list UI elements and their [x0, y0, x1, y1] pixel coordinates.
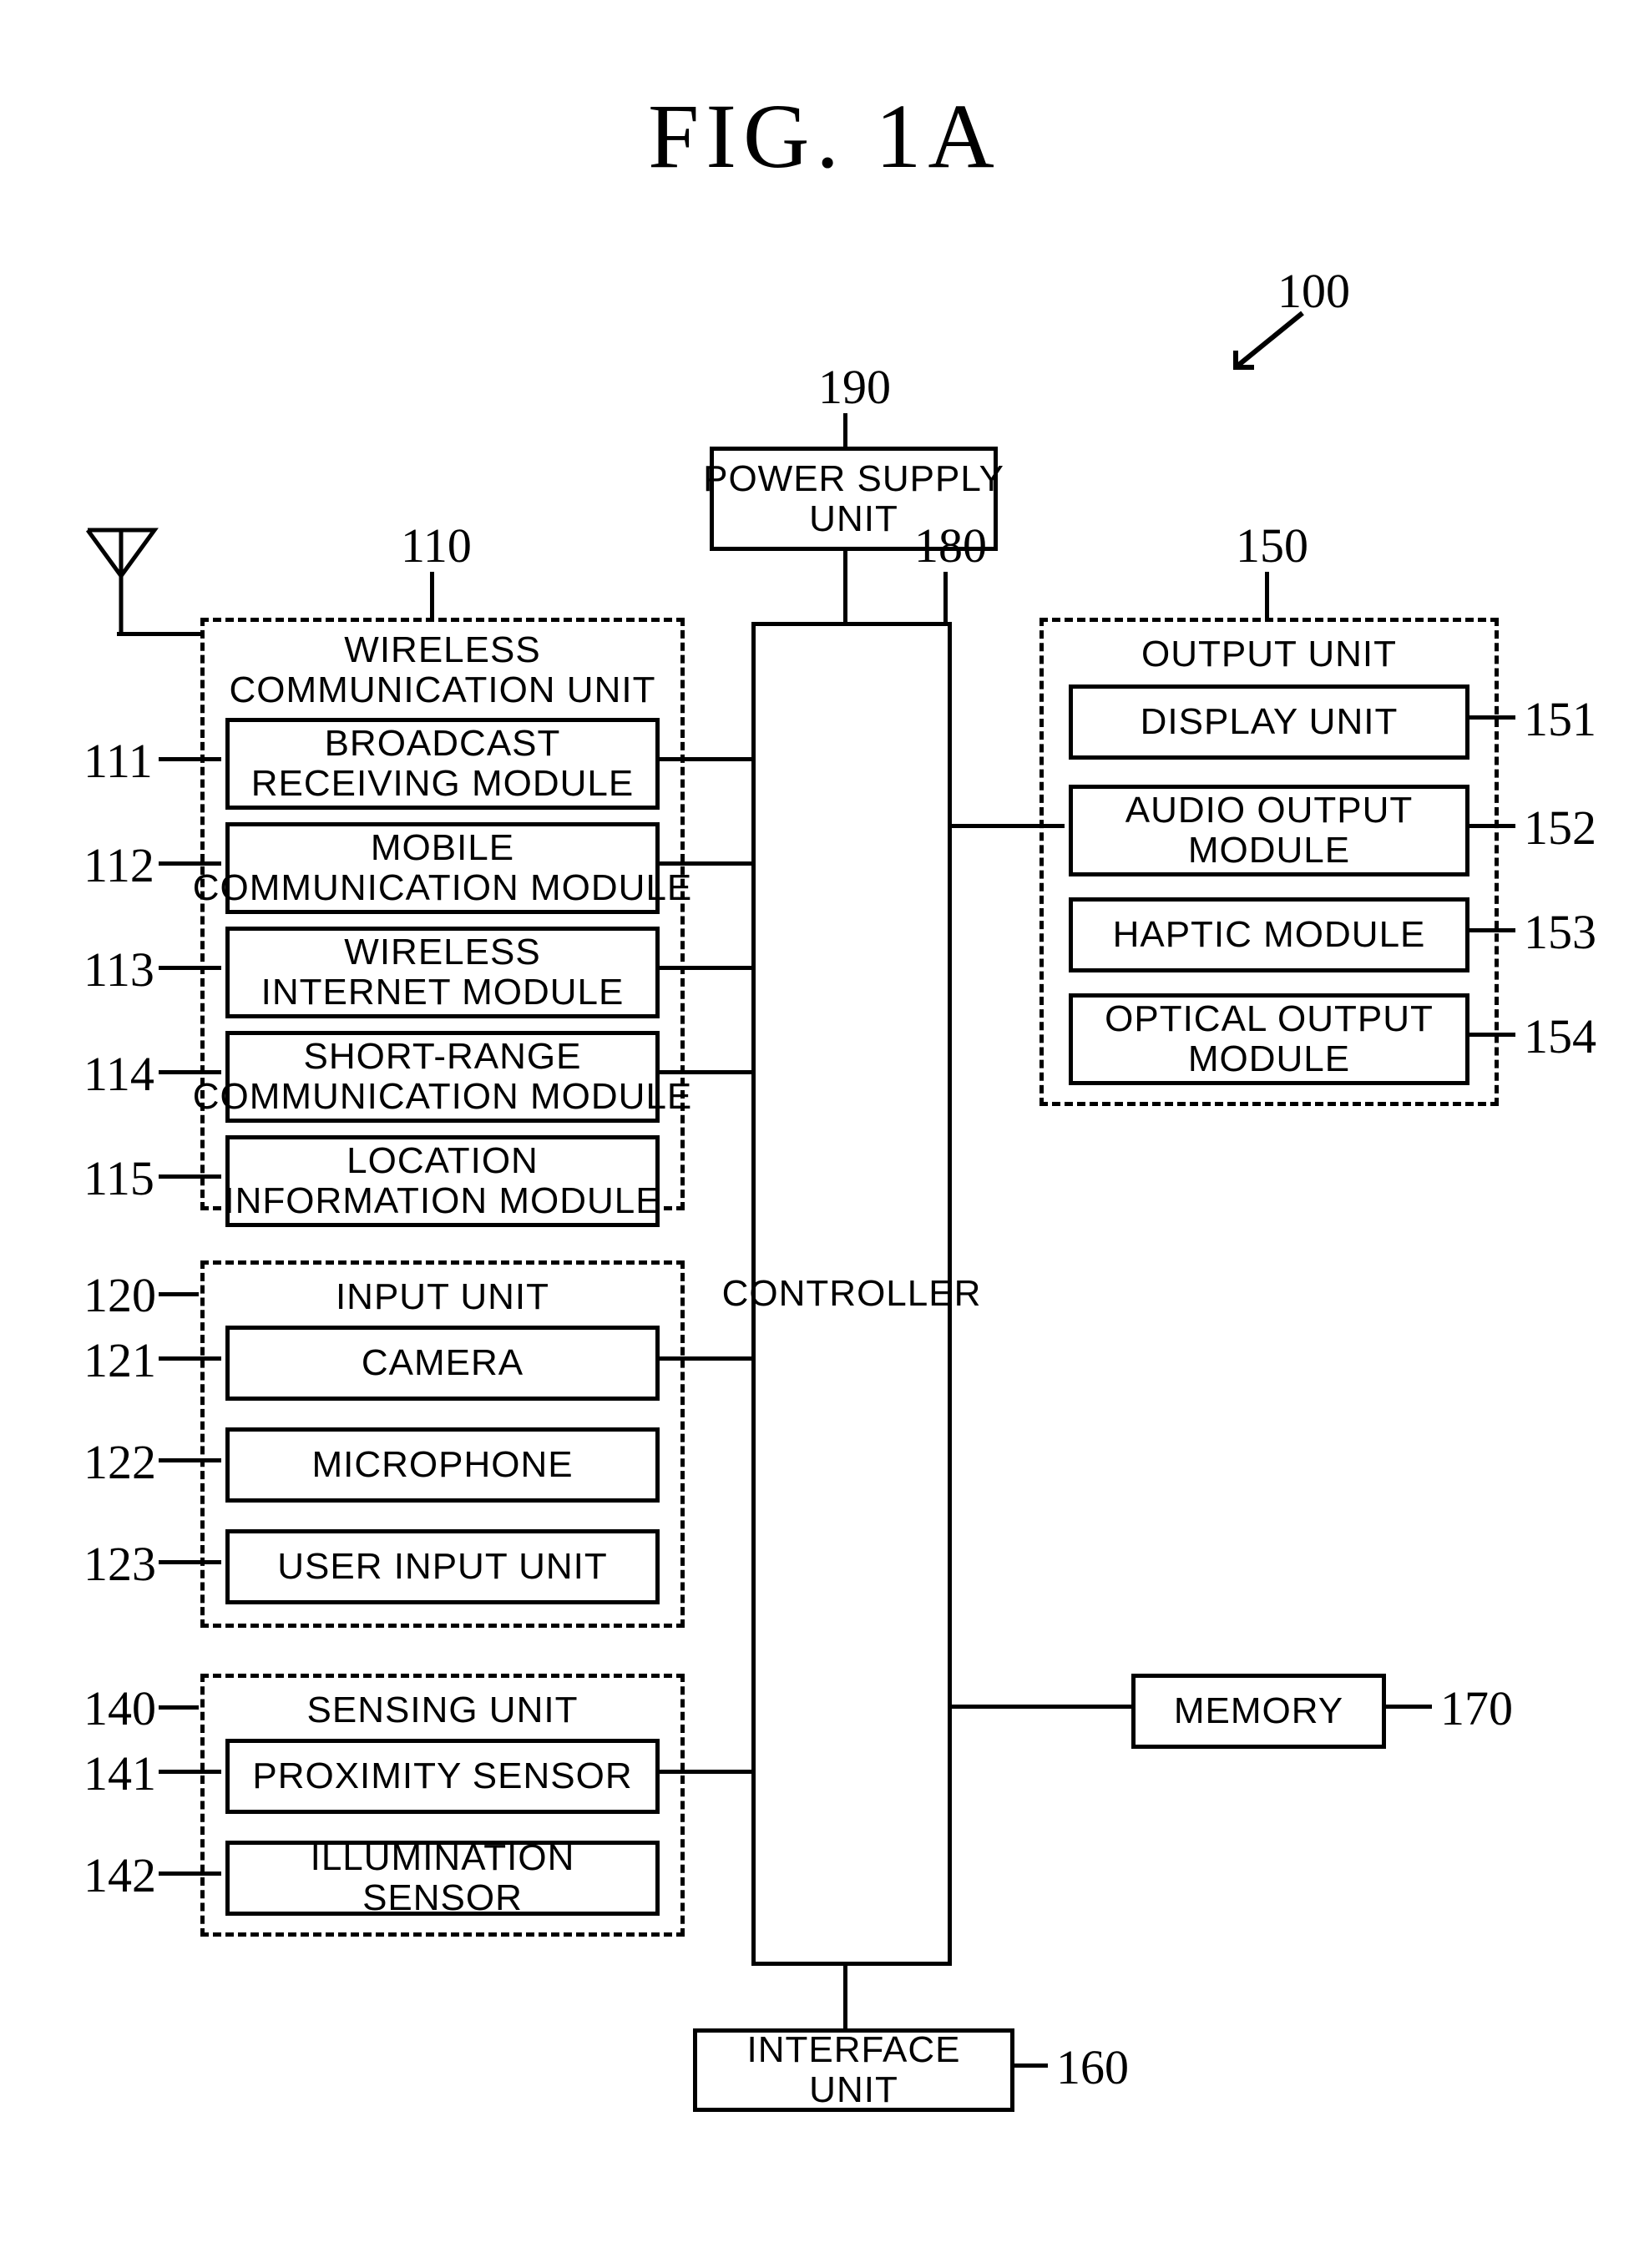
- leader-190: [843, 413, 847, 447]
- ref-170: 170: [1440, 1680, 1513, 1736]
- ref-160: 160: [1056, 2039, 1129, 2095]
- figure-title: FIG. 1A: [0, 83, 1649, 189]
- leader-112: [159, 861, 221, 866]
- conn-152: [948, 824, 1065, 828]
- conn-114: [655, 1070, 751, 1074]
- ref-123: 123: [83, 1536, 156, 1592]
- leader-142: [159, 1871, 221, 1876]
- ref-113: 113: [83, 942, 154, 998]
- conn-memory: [948, 1705, 1131, 1709]
- conn-111: [655, 757, 751, 761]
- conn-controller-interface: [843, 1962, 847, 2028]
- conn-112: [655, 861, 751, 866]
- mobile-comm-box: MOBILE COMMUNICATION MODULE: [225, 822, 660, 914]
- short-range-box: SHORT-RANGE COMMUNICATION MODULE: [225, 1031, 660, 1123]
- ref-121: 121: [83, 1332, 156, 1388]
- antenna-to-group-line: [117, 632, 200, 636]
- ref-142: 142: [83, 1847, 156, 1903]
- leader-120: [159, 1292, 199, 1296]
- interface-box: INTERFACE UNIT: [693, 2028, 1014, 2112]
- ref-180: 180: [914, 518, 987, 573]
- leader-153: [1465, 928, 1515, 932]
- wireless-comm-title: WIRELESS COMMUNICATION UNIT: [205, 630, 680, 710]
- ref-111: 111: [83, 733, 153, 789]
- haptic-box: HAPTIC MODULE: [1069, 897, 1469, 972]
- broadcast-box: BROADCAST RECEIVING MODULE: [225, 718, 660, 810]
- conn-141: [655, 1770, 751, 1774]
- leader-115: [159, 1174, 221, 1179]
- display-box: DISPLAY UNIT: [1069, 684, 1469, 760]
- illumination-box: ILLUMINATION SENSOR: [225, 1841, 660, 1916]
- conn-113: [655, 966, 751, 970]
- optical-box: OPTICAL OUTPUT MODULE: [1069, 993, 1469, 1085]
- ref-120: 120: [83, 1267, 156, 1323]
- ref-154: 154: [1524, 1008, 1596, 1064]
- leader-123: [159, 1560, 221, 1564]
- camera-box: CAMERA: [225, 1326, 660, 1401]
- controller-box: CONTROLLER: [751, 622, 952, 1966]
- leader-150: [1265, 572, 1269, 618]
- leader-160: [1010, 2063, 1048, 2068]
- ref-150: 150: [1236, 518, 1308, 573]
- leader-154: [1465, 1033, 1515, 1037]
- ref-190: 190: [818, 359, 891, 415]
- ref-114: 114: [83, 1046, 154, 1102]
- leader-141: [159, 1770, 221, 1774]
- leader-170: [1382, 1705, 1432, 1709]
- ref-141: 141: [83, 1745, 156, 1801]
- leader-121: [159, 1356, 221, 1361]
- input-title: INPUT UNIT: [205, 1277, 680, 1317]
- ref-110: 110: [401, 518, 472, 573]
- leader-151: [1465, 715, 1515, 720]
- conn-power-controller: [843, 547, 847, 626]
- proximity-box: PROXIMITY SENSOR: [225, 1739, 660, 1814]
- ref-122: 122: [83, 1434, 156, 1490]
- leader-114: [159, 1070, 221, 1074]
- ref-115: 115: [83, 1150, 154, 1206]
- user-input-box: USER INPUT UNIT: [225, 1529, 660, 1604]
- antenna-icon: [83, 526, 159, 634]
- figure-page: FIG. 1A 100 190 POWER SUPPLY UNIT 180 CO…: [0, 0, 1649, 2268]
- ref-151: 151: [1524, 691, 1596, 747]
- leader-180: [943, 572, 948, 622]
- microphone-box: MICROPHONE: [225, 1427, 660, 1503]
- audio-box: AUDIO OUTPUT MODULE: [1069, 785, 1469, 876]
- leader-113: [159, 966, 221, 970]
- leader-140: [159, 1705, 199, 1710]
- conn-121: [655, 1356, 751, 1361]
- output-title: OUTPUT UNIT: [1044, 634, 1495, 674]
- leader-110: [430, 572, 434, 618]
- memory-box: MEMORY: [1131, 1674, 1386, 1749]
- location-box: LOCATION INFORMATION MODULE: [225, 1135, 660, 1227]
- ref-140: 140: [83, 1680, 156, 1736]
- ref-152: 152: [1524, 800, 1596, 856]
- sensing-title: SENSING UNIT: [205, 1690, 680, 1730]
- ref-153: 153: [1524, 904, 1596, 960]
- arrow-100-icon: [1215, 309, 1315, 376]
- ref-112: 112: [83, 837, 154, 893]
- wifi-box: WIRELESS INTERNET MODULE: [225, 927, 660, 1018]
- leader-111: [159, 757, 221, 761]
- leader-152: [1465, 824, 1515, 828]
- leader-122: [159, 1458, 221, 1462]
